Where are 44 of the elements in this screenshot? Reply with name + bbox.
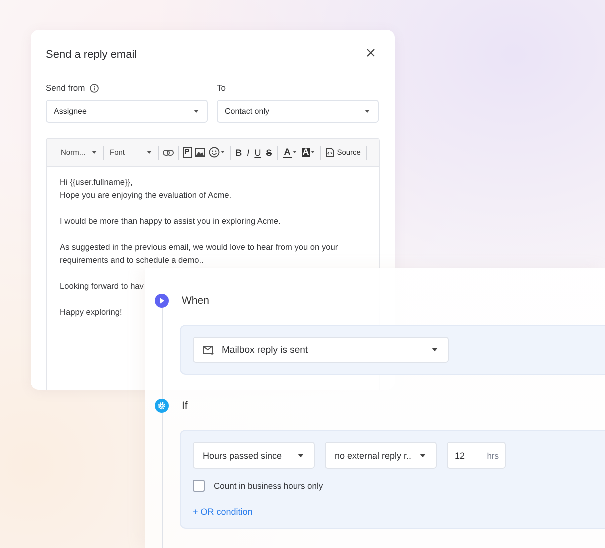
caret-icon bbox=[298, 454, 304, 458]
link-icon[interactable] bbox=[163, 150, 174, 156]
caret-icon bbox=[420, 454, 426, 458]
caret-icon bbox=[194, 110, 199, 113]
email-paragraph: As suggested in the previous email, we would love to hear from you on your requirements and to schedule a demo.. bbox=[60, 241, 340, 267]
add-condition-link[interactable]: + OR condition bbox=[193, 507, 605, 517]
dialog-title: Send a reply email bbox=[46, 49, 138, 61]
caret-icon bbox=[311, 151, 316, 154]
info-icon bbox=[90, 84, 100, 92]
condition-select[interactable]: no external reply r.. bbox=[325, 442, 437, 469]
dropdown-field[interactable]: Contact only bbox=[217, 100, 379, 123]
unit-label: hrs bbox=[487, 450, 499, 460]
field-label: Send from bbox=[46, 83, 86, 93]
image-icon[interactable] bbox=[194, 148, 205, 157]
email-paragraph: Happy exploring! bbox=[60, 306, 124, 319]
caret-icon bbox=[432, 348, 438, 352]
caret-icon bbox=[292, 151, 297, 154]
trigger-value: Mailbox reply is sent bbox=[222, 344, 308, 356]
caret-icon bbox=[92, 151, 97, 154]
field-label: To bbox=[217, 83, 226, 93]
dropdown-field[interactable]: Assignee bbox=[46, 100, 208, 123]
checkbox[interactable] bbox=[193, 480, 205, 492]
email-paragraph: Looking forward to hav bbox=[60, 280, 145, 293]
bold-button[interactable]: B bbox=[234, 148, 244, 158]
document-icon bbox=[326, 148, 334, 157]
checkbox-label: Count in business hours only bbox=[214, 481, 324, 491]
caret-icon bbox=[220, 151, 225, 154]
underline-button[interactable]: U bbox=[254, 148, 262, 158]
italic-button[interactable]: I bbox=[246, 148, 251, 158]
text-color-button[interactable]: A bbox=[282, 148, 298, 158]
hours-field[interactable]: 12 hrs bbox=[447, 442, 506, 469]
caret-icon bbox=[147, 151, 152, 154]
mail-icon bbox=[203, 346, 214, 354]
condition-select[interactable]: Hours passed since bbox=[193, 442, 315, 469]
caret-icon bbox=[365, 110, 370, 113]
gear-icon bbox=[155, 399, 169, 413]
step-label: When bbox=[182, 295, 210, 307]
play-icon bbox=[155, 294, 169, 308]
trigger-select[interactable]: Mailbox reply is sent bbox=[193, 337, 449, 363]
strikethrough-button[interactable]: S bbox=[265, 148, 274, 158]
emoji-button[interactable] bbox=[208, 147, 226, 158]
step-label: If bbox=[182, 400, 188, 412]
email-paragraph: Hi {{user.fullname}}, Hope you are enjoying the evaluation of Acme. bbox=[60, 176, 233, 202]
email-paragraph: I would be more than happy to assist you in exploring Acme. bbox=[60, 215, 282, 228]
